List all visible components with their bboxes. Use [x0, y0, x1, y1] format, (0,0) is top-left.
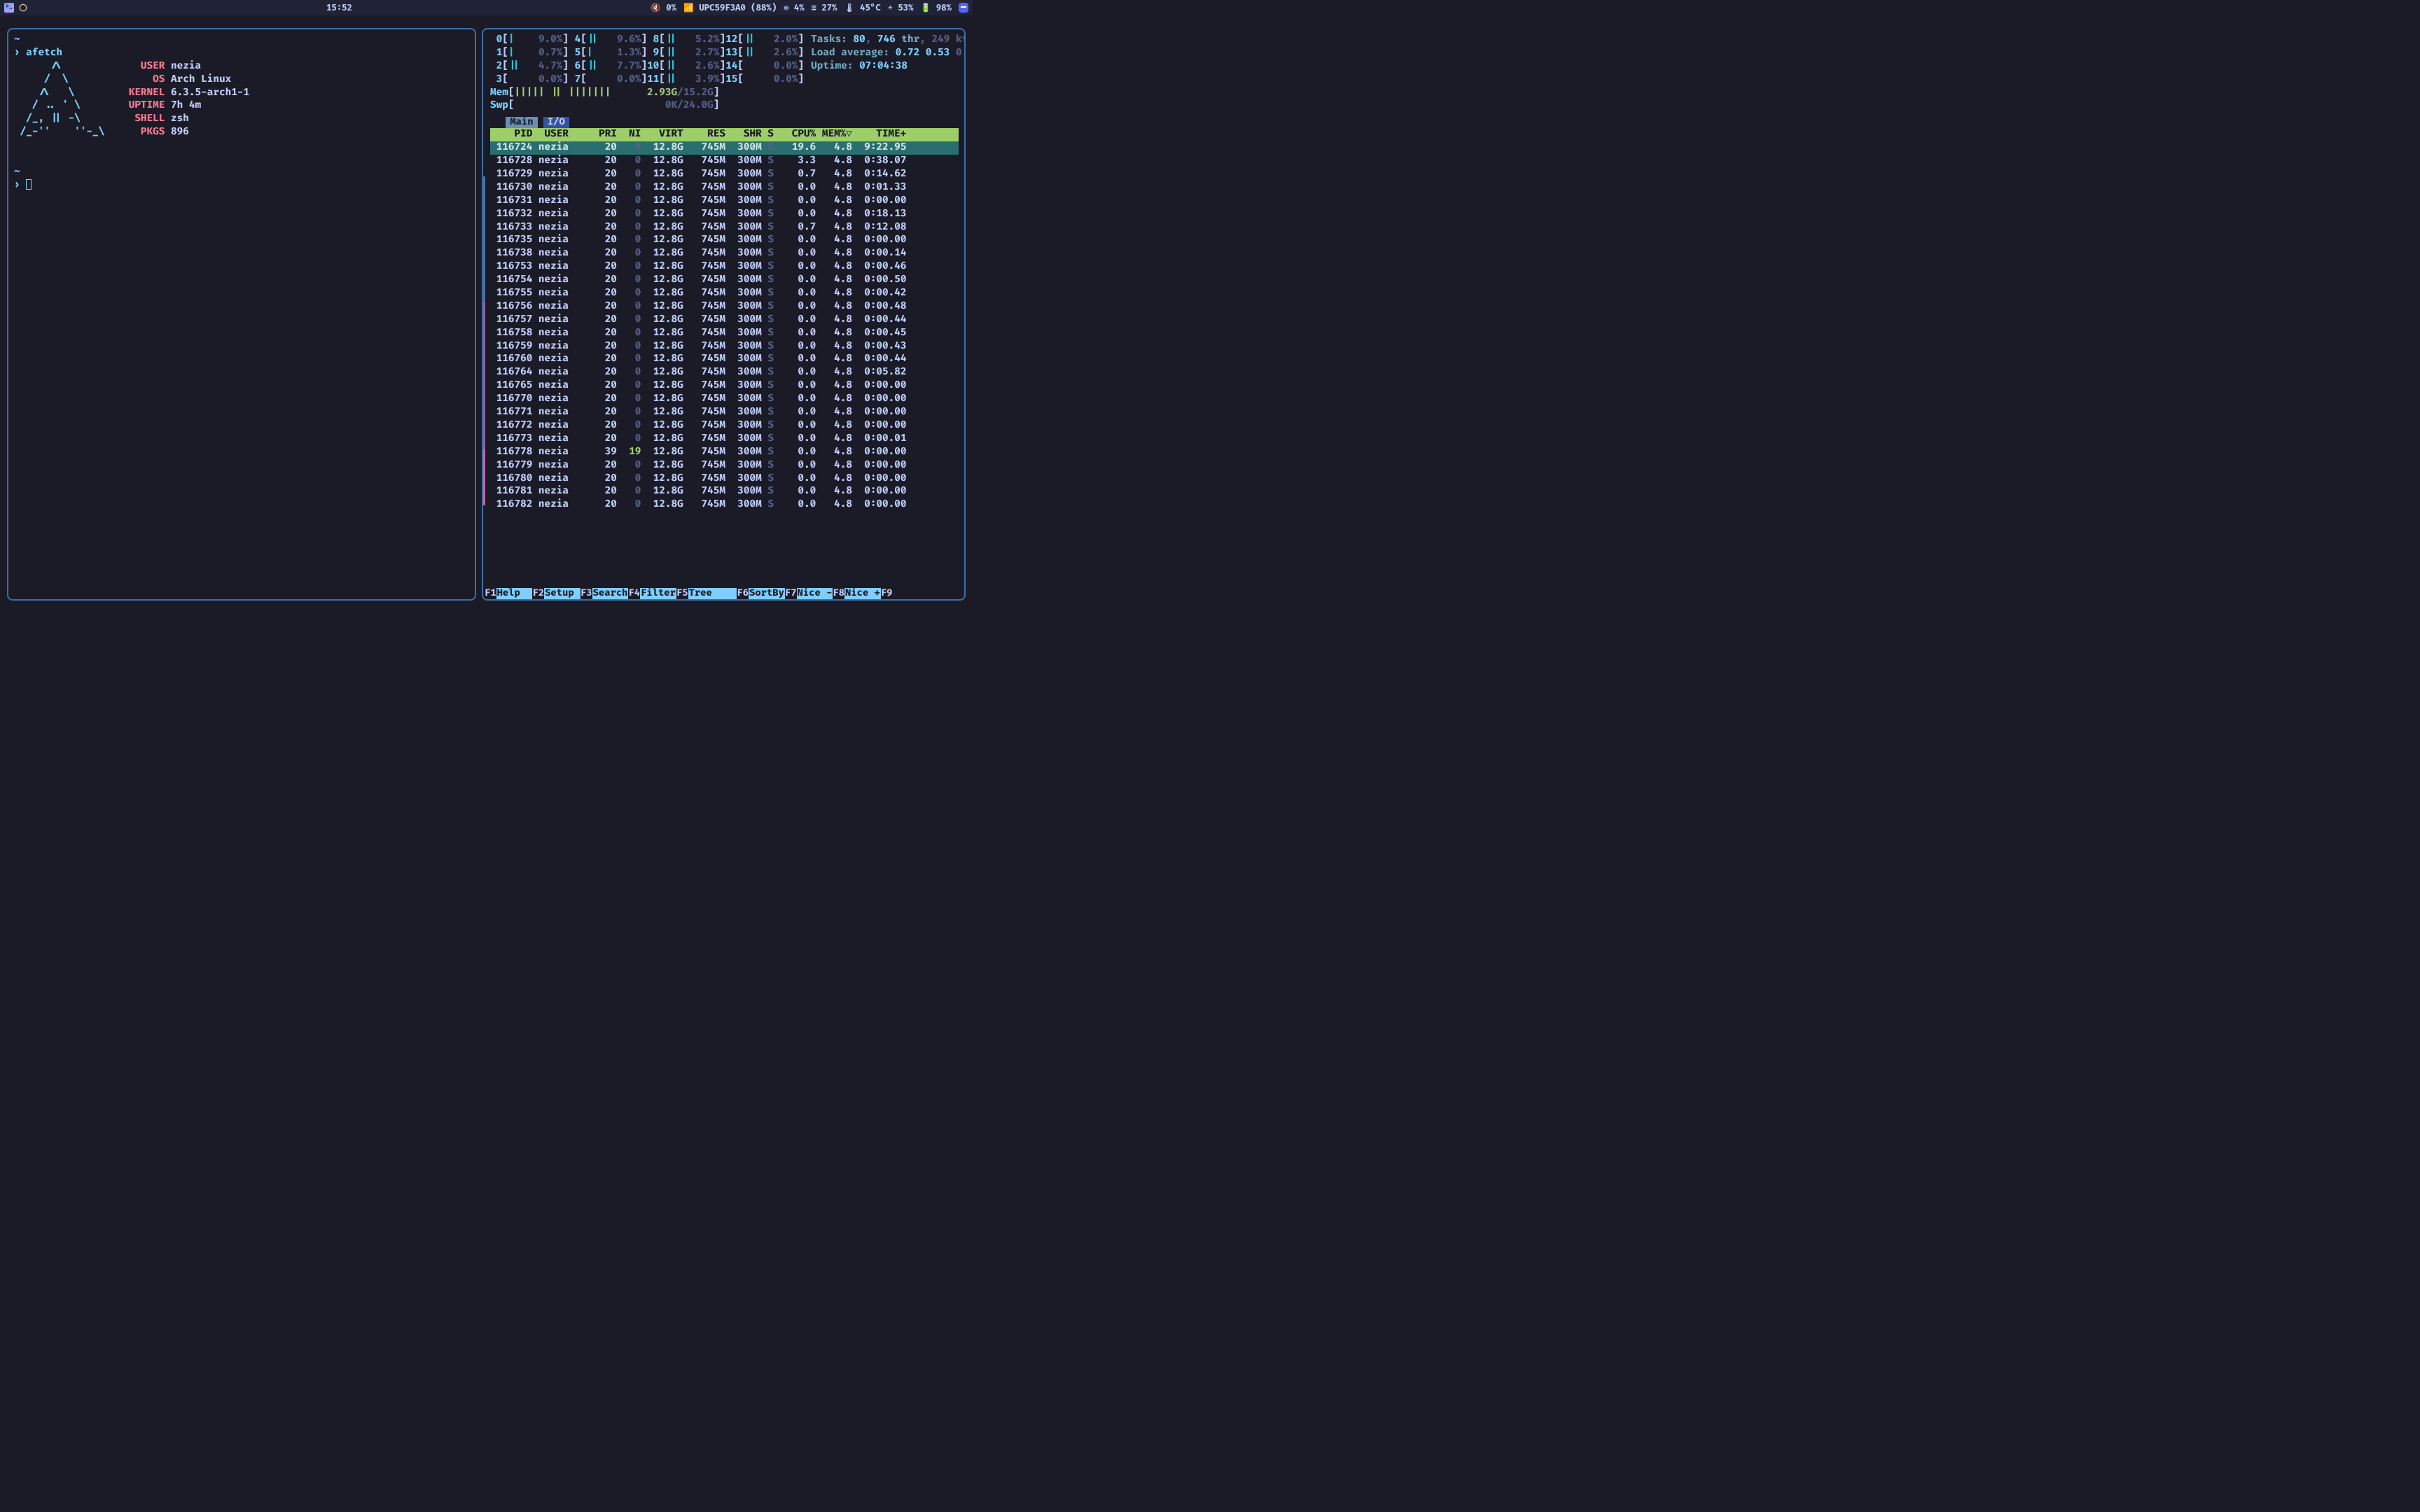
fn-key-f3[interactable]: F3 [580, 588, 592, 599]
process-row[interactable]: 116729 nezia 20 0 12.8G 745M 300M S 0.7 … [490, 168, 959, 181]
cpu-meter-7: 7[ 0.0%] [569, 74, 647, 87]
cpu-meter-0: 0[| 9.0%] [490, 34, 569, 47]
process-row[interactable]: 116758 nezia 20 0 12.8G 745M 300M S 0.0 … [490, 327, 959, 340]
brightness-icon: ☀ [888, 3, 893, 13]
cpu-meter-10: 10[|| 2.6%] [647, 60, 725, 74]
memory-icon: ☰ [812, 3, 816, 13]
cpu-meter-3: 3[ 0.0%] [490, 74, 569, 87]
process-row[interactable]: 116732 nezia 20 0 12.8G 745M 300M S 0.0 … [490, 208, 959, 221]
cpu-meter-6: 6[|| 7.7%] [569, 60, 647, 74]
fn-label[interactable]: Nice - [797, 588, 833, 599]
process-row[interactable]: 116724 nezia 20 0 12.8G 745M 300M S 19.6… [490, 141, 959, 155]
process-row[interactable]: 116782 nezia 20 0 12.8G 745M 300M S 0.0 … [490, 498, 959, 512]
workspace: ~ › afetch /\ USER nezia / \ OS Arch Lin… [0, 15, 973, 608]
discord-tray-icon[interactable] [959, 3, 968, 13]
memory-meter: Mem[||||| || ||||||| 2.93G/15.2G] [490, 87, 804, 100]
process-row[interactable]: 116731 nezia 20 0 12.8G 745M 300M S 0.0 … [490, 195, 959, 208]
process-row[interactable]: 116780 nezia 20 0 12.8G 745M 300M S 0.0 … [490, 472, 959, 486]
fn-key-f1[interactable]: F1 [485, 588, 496, 599]
terminal-app-icon[interactable] [4, 3, 14, 13]
load-average: Load average: 0.72 0.53 0.28 [811, 47, 966, 60]
fn-label[interactable]: Tree [688, 588, 725, 599]
fn-label[interactable]: Nice + [844, 588, 881, 599]
fn-key-f4[interactable]: F4 [628, 588, 640, 599]
process-table-header[interactable]: PID USER PRI NI VIRT RES SHR S CPU% MEM%… [490, 128, 959, 141]
swap-meter: Swp[ 0K/24.0G] [490, 99, 804, 113]
cpu-meter-12: 12[|| 2.0%] [725, 34, 804, 47]
process-row[interactable]: 116765 nezia 20 0 12.8G 745M 300M S 0.0 … [490, 379, 959, 393]
fn-label[interactable]: Search [592, 588, 629, 599]
htop-header: 0[| 9.0%] 4[|| 9.6%] 8[|| 5.2%] 12[|| 2.… [490, 34, 959, 113]
terminal-pane-htop[interactable]: 0[| 9.0%] 4[|| 9.6%] 8[|| 5.2%] 12[|| 2.… [482, 28, 966, 601]
cpu-meter-5: 5[| 1.3%] [569, 47, 647, 60]
process-row[interactable]: 116764 nezia 20 0 12.8G 745M 300M S 0.0 … [490, 366, 959, 379]
process-row[interactable]: 116778 nezia 39 19 12.8G 745M 300M S 0.0… [490, 446, 959, 459]
status-bar: 15:52 🔇 0% 📶 UPC59F3A0 (88%) ✻ 4% ☰ 27% … [0, 0, 973, 15]
process-row[interactable]: 116771 nezia 20 0 12.8G 745M 300M S 0.0 … [490, 406, 959, 419]
fn-key-f7[interactable]: F7 [785, 588, 797, 599]
wifi-icon: 📶 [683, 3, 694, 13]
process-row[interactable]: 116770 nezia 20 0 12.8G 745M 300M S 0.0 … [490, 393, 959, 406]
tasks-summary: Tasks: 80, 746 thr, 249 kthr; 4 [811, 34, 966, 47]
fn-key-f2[interactable]: F2 [532, 588, 544, 599]
process-row[interactable]: 116733 nezia 20 0 12.8G 745M 300M S 0.7 … [490, 221, 959, 234]
battery-indicator[interactable]: 🔋 98% [921, 3, 952, 13]
obs-icon[interactable] [18, 3, 28, 13]
fn-label[interactable]: Help [496, 588, 533, 599]
scroll-position-indicator [483, 176, 485, 505]
process-row[interactable]: 116730 nezia 20 0 12.8G 745M 300M S 0.0 … [490, 181, 959, 195]
fn-label[interactable]: Filter [640, 588, 676, 599]
thermometer-icon: 🌡 [844, 3, 855, 13]
process-row[interactable]: 116757 nezia 20 0 12.8G 745M 300M S 0.0 … [490, 314, 959, 327]
fn-key-f5[interactable]: F5 [676, 588, 688, 599]
afetch-output: ~ › afetch /\ USER nezia / \ OS Arch Lin… [14, 34, 469, 192]
terminal-pane-afetch[interactable]: ~ › afetch /\ USER nezia / \ OS Arch Lin… [7, 28, 476, 601]
fn-key-f9[interactable]: F9 [881, 588, 893, 599]
cpu-meter-14: 14[ 0.0%] [725, 60, 804, 74]
process-list[interactable]: 116724 nezia 20 0 12.8G 745M 300M S 19.6… [490, 141, 959, 512]
process-row[interactable]: 116781 nezia 20 0 12.8G 745M 300M S 0.0 … [490, 485, 959, 498]
process-row[interactable]: 116760 nezia 20 0 12.8G 745M 300M S 0.0 … [490, 353, 959, 366]
htop-tabs: Main I/O [490, 117, 959, 128]
fn-label[interactable]: Setup [544, 588, 580, 599]
wifi-indicator[interactable]: 📶 UPC59F3A0 (88%) [683, 3, 777, 13]
cpu-meter-9: 9[|| 2.7%] [647, 47, 725, 60]
cpu-meter-11: 11[|| 3.9%] [647, 74, 725, 87]
cpu-meter-13: 13[|| 2.6%] [725, 47, 804, 60]
tab-io[interactable]: I/O [543, 117, 569, 128]
tab-main[interactable]: Main [506, 117, 537, 128]
fn-key-f8[interactable]: F8 [833, 588, 844, 599]
process-row[interactable]: 116753 nezia 20 0 12.8G 745M 300M S 0.0 … [490, 260, 959, 274]
function-key-bar: F1Help F2Setup F3SearchF4FilterF5Tree F6… [485, 588, 963, 599]
process-row[interactable]: 116738 nezia 20 0 12.8G 745M 300M S 0.0 … [490, 247, 959, 260]
process-row[interactable]: 116759 nezia 20 0 12.8G 745M 300M S 0.0 … [490, 340, 959, 354]
volume-indicator[interactable]: 🔇 0% [651, 3, 676, 13]
cpu-meter-4: 4[|| 9.6%] [569, 34, 647, 47]
cpu-indicator[interactable]: ✻ 4% [784, 3, 804, 13]
process-row[interactable]: 116728 nezia 20 0 12.8G 745M 300M S 3.3 … [490, 155, 959, 168]
cpu-meter-2: 2[|| 4.7%] [490, 60, 569, 74]
process-row[interactable]: 116773 nezia 20 0 12.8G 745M 300M S 0.0 … [490, 433, 959, 446]
process-row[interactable]: 116735 nezia 20 0 12.8G 745M 300M S 0.0 … [490, 234, 959, 247]
process-row[interactable]: 116772 nezia 20 0 12.8G 745M 300M S 0.0 … [490, 419, 959, 433]
process-row[interactable]: 116756 nezia 20 0 12.8G 745M 300M S 0.0 … [490, 300, 959, 314]
gear-icon: ✻ [784, 3, 788, 13]
process-row[interactable]: 116779 nezia 20 0 12.8G 745M 300M S 0.0 … [490, 459, 959, 472]
cpu-meter-1: 1[| 0.7%] [490, 47, 569, 60]
volume-mute-icon: 🔇 [651, 3, 661, 13]
battery-icon: 🔋 [921, 3, 931, 13]
fn-key-f6[interactable]: F6 [737, 588, 749, 599]
brightness-indicator[interactable]: ☀ 53% [888, 3, 914, 13]
clock: 15:52 [28, 3, 651, 13]
temperature-indicator[interactable]: 🌡 45°C [844, 3, 881, 13]
process-row[interactable]: 116754 nezia 20 0 12.8G 745M 300M S 0.0 … [490, 274, 959, 287]
cpu-meter-15: 15[ 0.0%] [725, 74, 804, 87]
fn-label[interactable]: SortBy [749, 588, 785, 599]
cpu-meter-8: 8[|| 5.2%] [647, 34, 725, 47]
memory-indicator[interactable]: ☰ 27% [812, 3, 837, 13]
process-row[interactable]: 116755 nezia 20 0 12.8G 745M 300M S 0.0 … [490, 287, 959, 300]
uptime-summary: Uptime: 07:04:38 [811, 60, 966, 74]
